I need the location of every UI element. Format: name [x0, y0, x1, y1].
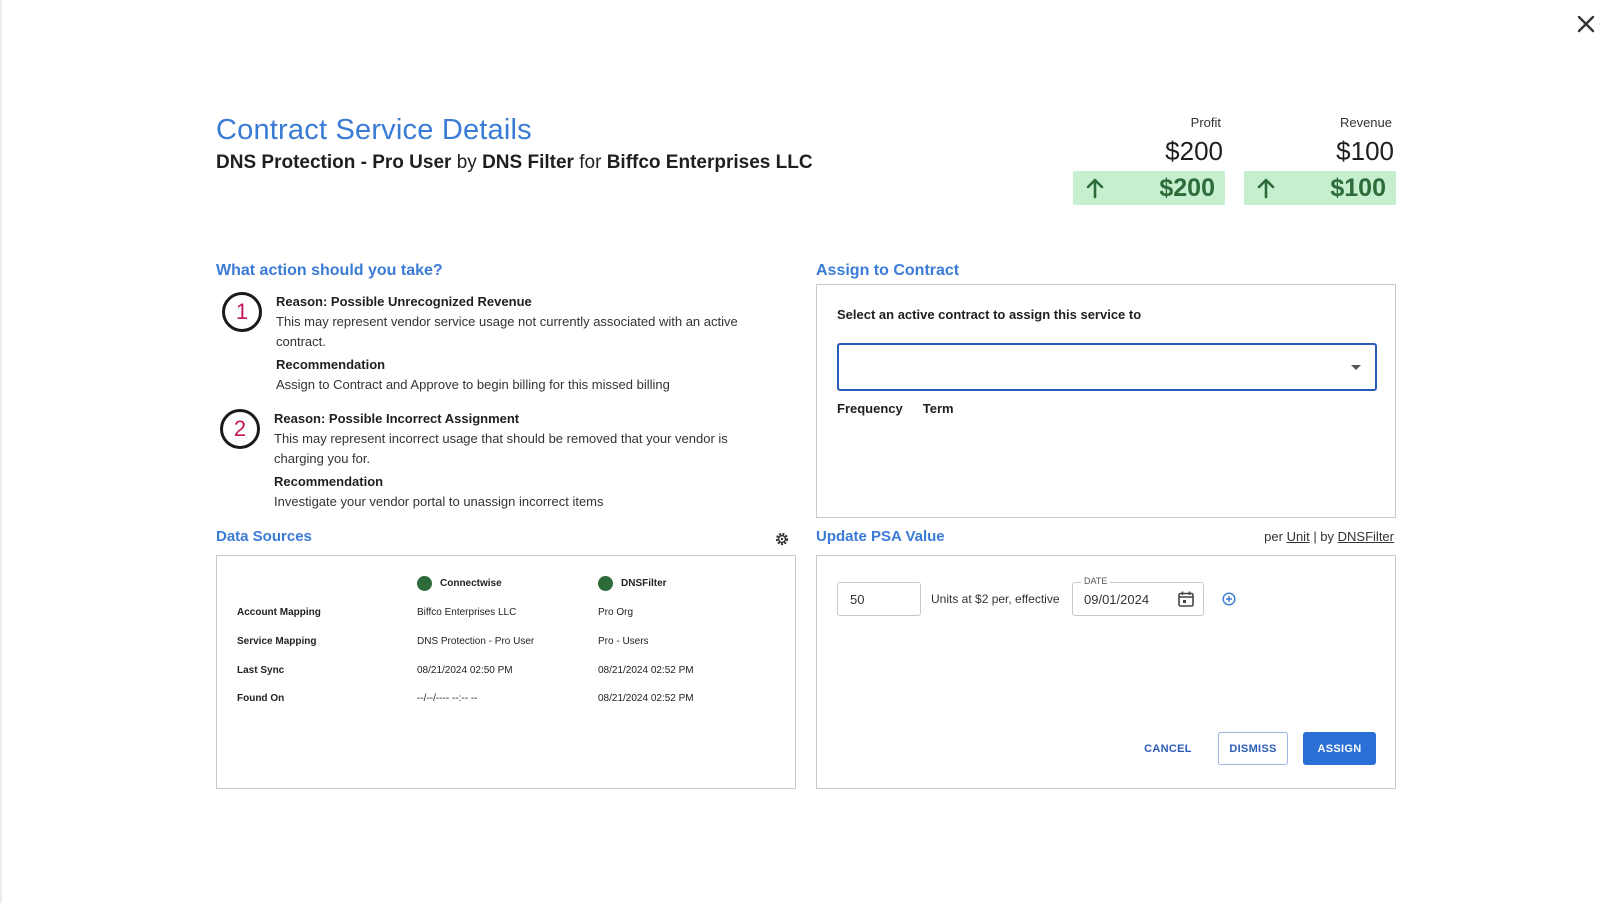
data-sources-panel: Connectwise DNSFilter Account Mapping Bi…	[216, 555, 796, 789]
table-row: Service Mapping DNS Protection - Pro Use…	[237, 636, 777, 656]
table-cell: 08/21/2024 02:52 PM	[598, 693, 694, 704]
cancel-button[interactable]: CANCEL	[1135, 732, 1201, 765]
psa-title: Update PSA Value	[816, 528, 945, 545]
profit-value: $200	[1165, 136, 1223, 166]
row-label: Found On	[237, 693, 285, 704]
calendar-icon[interactable]	[1177, 590, 1195, 608]
reason-title: Reason: Possible Incorrect Assignment	[274, 411, 520, 426]
table-header: Connectwise DNSFilter	[237, 576, 777, 596]
data-sources-title: Data Sources	[216, 528, 312, 545]
column-header: Connectwise	[440, 578, 502, 589]
arrow-up-icon	[1086, 178, 1104, 199]
row-label: Last Sync	[237, 665, 285, 676]
revenue-metric: Revenue $100 $100	[1244, 115, 1396, 205]
by-label: | by	[1313, 529, 1335, 544]
service-subtitle: DNS Protection - Pro User by DNS Filter …	[216, 152, 813, 174]
customer-name: Biffco Enterprises LLC	[606, 152, 813, 173]
per-label: per	[1264, 529, 1283, 544]
table-row: Last Sync 08/21/2024 02:50 PM 08/21/2024…	[237, 665, 777, 685]
assign-title: Assign to Contract	[816, 262, 960, 279]
profit-metric: Profit $200 $200	[1073, 115, 1225, 205]
source-status-dot	[417, 576, 432, 591]
row-label: Account Mapping	[237, 607, 321, 618]
table-cell: Pro - Users	[598, 636, 649, 647]
table-cell: Biffco Enterprises LLC	[417, 607, 517, 618]
unit-link[interactable]: Unit	[1287, 529, 1310, 544]
add-circle-icon[interactable]	[1222, 592, 1236, 606]
frequency-label: Frequency	[837, 401, 903, 416]
caret-down-icon[interactable]	[1351, 365, 1361, 370]
revenue-value: $100	[1336, 136, 1394, 166]
contract-select[interactable]	[837, 343, 1377, 391]
row-label: Service Mapping	[237, 636, 317, 647]
table-row: Found On --/--/---- --:-- -- 08/21/2024 …	[237, 693, 777, 713]
table-cell: --/--/---- --:-- --	[417, 693, 478, 704]
table-cell: 08/21/2024 02:52 PM	[598, 665, 694, 676]
recommendation-text: Assign to Contract and Approve to begin …	[276, 377, 670, 392]
date-field[interactable]: DATE	[1072, 576, 1204, 616]
arrow-up-icon	[1257, 178, 1275, 199]
reason-title: Reason: Possible Unrecognized Revenue	[276, 294, 532, 309]
vendor-link[interactable]: DNSFilter	[1338, 529, 1394, 544]
page-title: Contract Service Details	[216, 114, 532, 146]
units-text: Units at $2 per, effective	[931, 592, 1060, 606]
close-button[interactable]	[1574, 12, 1598, 36]
recommendation-label: Recommendation	[276, 357, 386, 372]
term-label: Term	[922, 401, 954, 416]
settings-button[interactable]	[774, 531, 790, 547]
table-cell: Pro Org	[598, 607, 634, 618]
psa-panel: Units at $2 per, effective DATE CANCEL D…	[816, 555, 1396, 789]
recommendation-text: Investigate your vendor portal to unassi…	[274, 494, 604, 509]
assign-panel: Select an active contract to assign this…	[816, 284, 1396, 518]
reason-description: This may represent vendor service usage …	[276, 314, 738, 349]
actions-title: What action should you take?	[216, 262, 443, 279]
for-word: for	[579, 152, 602, 173]
table-row: Account Mapping Biffco Enterprises LLC P…	[237, 607, 777, 627]
recommendation-label: Recommendation	[274, 474, 384, 489]
revenue-label: Revenue	[1339, 115, 1392, 130]
revenue-delta: $100	[1244, 171, 1396, 205]
vendor-name: DNS Filter	[482, 152, 574, 173]
gear-icon	[775, 532, 789, 546]
assign-instruction: Select an active contract to assign this…	[837, 307, 1142, 322]
service-name: DNS Protection - Pro User	[216, 152, 452, 173]
table-cell: 08/21/2024 02:50 PM	[417, 665, 513, 676]
column-header: DNSFilter	[621, 578, 667, 589]
revenue-delta-value: $100	[1330, 173, 1386, 202]
date-label: DATE	[1081, 576, 1111, 586]
contract-input[interactable]	[847, 355, 1317, 379]
assign-button[interactable]: ASSIGN	[1303, 732, 1376, 765]
date-input[interactable]	[1084, 590, 1174, 608]
modal: Contract Service Details DNS Protection …	[0, 0, 1600, 903]
step-number: 2	[220, 409, 260, 449]
profit-label: Profit	[1190, 115, 1221, 130]
reason-description: This may represent incorrect usage that …	[274, 431, 728, 466]
per-by-text: per Unit | by DNSFilter	[1264, 529, 1394, 544]
profit-delta-value: $200	[1159, 173, 1215, 202]
table-cell: DNS Protection - Pro User	[417, 636, 535, 647]
profit-delta: $200	[1073, 171, 1225, 205]
units-input[interactable]	[837, 582, 921, 616]
close-icon	[1577, 15, 1595, 33]
dismiss-button[interactable]: DISMISS	[1218, 732, 1288, 765]
by-word: by	[456, 152, 477, 173]
step-number: 1	[222, 292, 262, 332]
source-status-dot	[598, 576, 613, 591]
